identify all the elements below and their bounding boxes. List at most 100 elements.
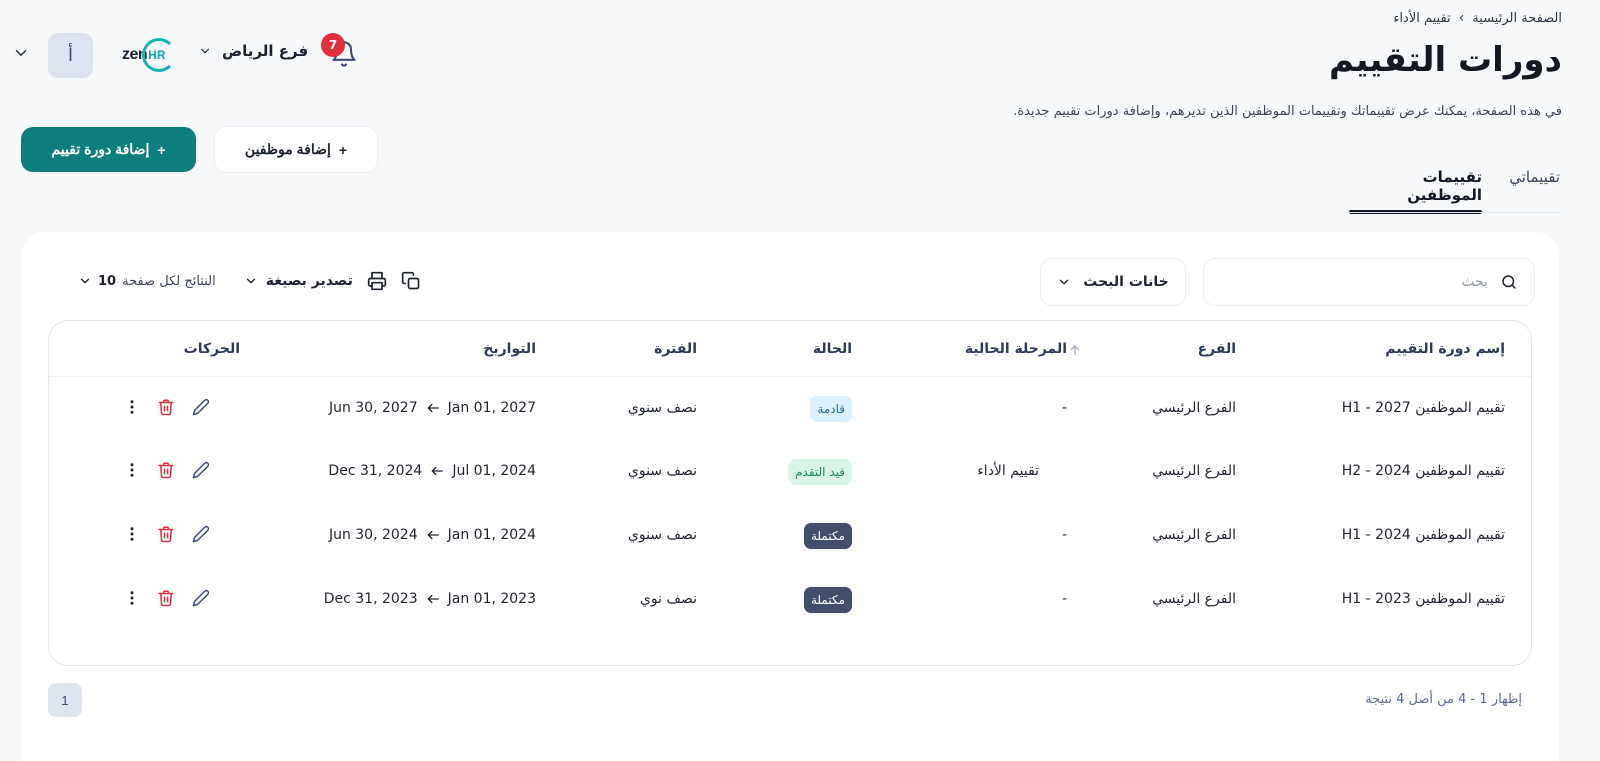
export-label: تصدير بصيغة	[265, 273, 353, 289]
cell-stage: -	[1061, 400, 1067, 416]
cell-period: نصف نوي	[639, 591, 697, 607]
table-toolbar: النتائج لكل صفحة 10 تصدير بصيغة	[66, 266, 421, 296]
trash-icon[interactable]	[157, 589, 175, 607]
edit-icon[interactable]	[192, 398, 210, 416]
search-icon	[1502, 275, 1516, 289]
cell-stage: -	[1061, 591, 1067, 607]
search-fields-label: خانات البحث	[1083, 274, 1169, 290]
plus-icon: +	[338, 141, 348, 158]
cell-cycle-name[interactable]: تقييم الموظفين H1 - 2027	[1342, 400, 1505, 416]
plus-icon: +	[157, 141, 166, 158]
start-date: Jan 01, 2023	[447, 591, 536, 607]
add-cycle-button[interactable]: + إضافة دورة تقييم	[21, 127, 196, 172]
edit-icon[interactable]	[192, 525, 210, 543]
trash-icon[interactable]	[157, 398, 175, 416]
cell-branch: الفرع الرئيسي	[1152, 400, 1236, 416]
page-description: في هذه الصفحة، يمكنك عرض تقييماتك وتقييم…	[1013, 104, 1562, 119]
column-header-period[interactable]: الفترة	[654, 341, 697, 357]
tab-employee-evaluations[interactable]: تقييمات الموظفين	[1346, 168, 1482, 204]
cell-stage: -	[1061, 527, 1067, 543]
kebab-icon[interactable]	[123, 461, 141, 479]
zenhr-logo: zen HR	[122, 38, 176, 72]
end-date: Dec 31, 2024	[328, 463, 423, 479]
search-fields-dropdown[interactable]: خانات البحث	[1040, 258, 1186, 306]
tabs: تقييماتي تقييمات الموظفين	[1346, 160, 1560, 216]
page-title: دورات التقييم	[1328, 40, 1562, 80]
branch-selector[interactable]: فرع الرياض	[198, 42, 308, 60]
edit-icon[interactable]	[192, 589, 210, 607]
cell-stage: تقييم الأداء	[977, 463, 1039, 479]
status-badge: قادمة	[810, 396, 852, 422]
chevron-down-icon[interactable]	[12, 44, 30, 62]
status-badge: قيد التقدم	[788, 459, 852, 485]
start-date: Jan 01, 2024	[447, 527, 536, 543]
cell-dates: Dec 31, 2024 Jul 01, 2024	[328, 463, 536, 479]
per-page-label: النتائج لكل صفحة	[122, 273, 216, 289]
add-employees-label: إضافة موظفين	[244, 141, 331, 157]
add-cycle-label: إضافة دورة تقييم	[51, 141, 150, 157]
chevron-down-icon	[200, 48, 210, 54]
table-row[interactable]: تقييم الموظفين H1 - 2024 الفرع الرئيسي -…	[49, 505, 1531, 567]
column-header-name[interactable]: إسم دورة التقييم	[1385, 341, 1505, 357]
arrow-left-icon	[432, 466, 444, 476]
breadcrumb-separator: ›	[1458, 10, 1465, 26]
end-date: Jun 30, 2027	[328, 400, 418, 416]
cell-period: نصف سنوي	[627, 527, 697, 543]
kebab-icon[interactable]	[123, 525, 141, 543]
start-date: Jan 01, 2027	[447, 400, 536, 416]
avatar[interactable]: أ	[48, 33, 93, 78]
table-row[interactable]: تقييم الموظفين H1 - 2023 الفرع الرئيسي -…	[49, 569, 1531, 631]
column-header-actions: الحركات	[183, 341, 240, 357]
cell-dates: Jun 30, 2024 Jan 01, 2024	[329, 527, 536, 543]
results-summary: إظهار 1 - 4 من أصل 4 نتيجة	[1365, 692, 1522, 707]
table-row[interactable]: تقييم الموظفين H2 - 2024 الفرع الرئيسي ت…	[49, 441, 1531, 503]
kebab-icon[interactable]	[123, 589, 141, 607]
chevron-down-icon	[1060, 279, 1069, 285]
sort-arrow-icon[interactable]	[1068, 343, 1082, 357]
table-header: إسم دورة التقييم الفرع المرحلة الحالية ا…	[49, 321, 1531, 377]
print-icon[interactable]	[367, 271, 387, 291]
tabs-divider	[1346, 212, 1560, 213]
table-row[interactable]: تقييم الموظفين H1 - 2027 الفرع الرئيسي -…	[49, 378, 1531, 440]
column-header-dates[interactable]: التواريخ	[483, 341, 536, 357]
add-employees-button[interactable]: + إضافة موظفين	[214, 126, 378, 173]
cell-branch: الفرع الرئيسي	[1152, 527, 1236, 543]
cell-cycle-name[interactable]: تقييم الموظفين H2 - 2024	[1342, 463, 1505, 479]
tab-my-evaluations[interactable]: تقييماتي	[1509, 168, 1560, 186]
breadcrumb: الصفحة الرئيسية › تقييم الأداء	[1393, 10, 1562, 26]
breadcrumb-home[interactable]: الصفحة الرئيسية	[1472, 11, 1562, 26]
per-page-value: 10	[98, 273, 117, 289]
column-header-stage[interactable]: المرحلة الحالية	[965, 341, 1067, 357]
chevron-down-icon	[80, 278, 90, 284]
cell-cycle-name[interactable]: تقييم الموظفين H1 - 2023	[1342, 591, 1505, 607]
per-page-selector[interactable]: النتائج لكل صفحة 10	[78, 274, 216, 289]
breadcrumb-current: تقييم الأداء	[1393, 10, 1451, 26]
status-badge: مكتملة	[803, 523, 852, 549]
cell-dates: Jun 30, 2027 Jan 01, 2027	[329, 400, 536, 416]
arrow-left-icon	[427, 530, 439, 540]
copy-icon[interactable]	[401, 271, 421, 291]
kebab-icon[interactable]	[123, 398, 141, 416]
cell-dates: Dec 31, 2023 Jan 01, 2023	[324, 591, 536, 607]
export-dropdown[interactable]: تصدير بصيغة	[244, 273, 353, 289]
branch-name: فرع الرياض	[222, 42, 309, 60]
top-bar: أ zen HR فرع الرياض 7 الصفحة الرئيسية › ت…	[0, 0, 1600, 119]
cell-branch: الفرع الرئيسي	[1152, 591, 1236, 607]
column-header-branch[interactable]: الفرع	[1198, 341, 1236, 357]
pagination-page-1[interactable]: 1	[48, 683, 82, 717]
end-date: Dec 31, 2023	[323, 591, 418, 607]
column-header-status[interactable]: الحالة	[813, 341, 852, 357]
status-badge: مكتملة	[803, 587, 852, 613]
search-box[interactable]	[1203, 258, 1535, 306]
cycles-card: خانات البحث النتائج لكل صفحة 10 تصدير بص…	[21, 232, 1559, 761]
end-date: Jun 30, 2024	[328, 527, 418, 543]
notification-badge: 7	[321, 33, 345, 57]
trash-icon[interactable]	[157, 525, 175, 543]
trash-icon[interactable]	[157, 461, 175, 479]
edit-icon[interactable]	[192, 461, 210, 479]
chevron-down-icon	[246, 278, 255, 284]
cell-cycle-name[interactable]: تقييم الموظفين H1 - 2024	[1342, 527, 1505, 543]
cell-period: نصف سنوي	[627, 463, 697, 479]
arrow-left-icon	[427, 403, 439, 413]
search-input[interactable]	[1238, 274, 1488, 290]
